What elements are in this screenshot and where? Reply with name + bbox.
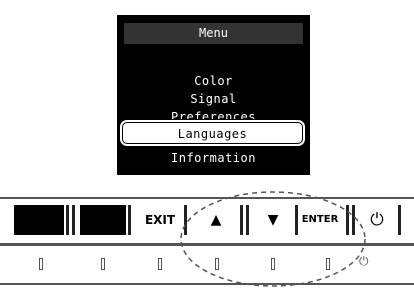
osd-menu: Menu Color Signal Preferences Languages … [117, 15, 310, 175]
blank-button-1[interactable] [14, 205, 64, 235]
indicator-3 [158, 258, 162, 270]
control-panel: EXIT ▲ ▼ ENTER ⏻ ⏻ [0, 191, 414, 287]
menu-item-color[interactable]: Color [117, 72, 310, 90]
highlight-ellipse [180, 191, 366, 287]
indicator-1 [39, 258, 43, 270]
menu-item-languages[interactable]: Languages [122, 122, 303, 144]
menu-title: Menu [124, 23, 303, 44]
indicator-2 [101, 258, 105, 270]
blank-button-2[interactable] [80, 205, 126, 235]
menu-item-information[interactable]: Information [117, 149, 310, 167]
menu-item-signal[interactable]: Signal [117, 90, 310, 108]
exit-button[interactable]: EXIT [139, 205, 181, 235]
